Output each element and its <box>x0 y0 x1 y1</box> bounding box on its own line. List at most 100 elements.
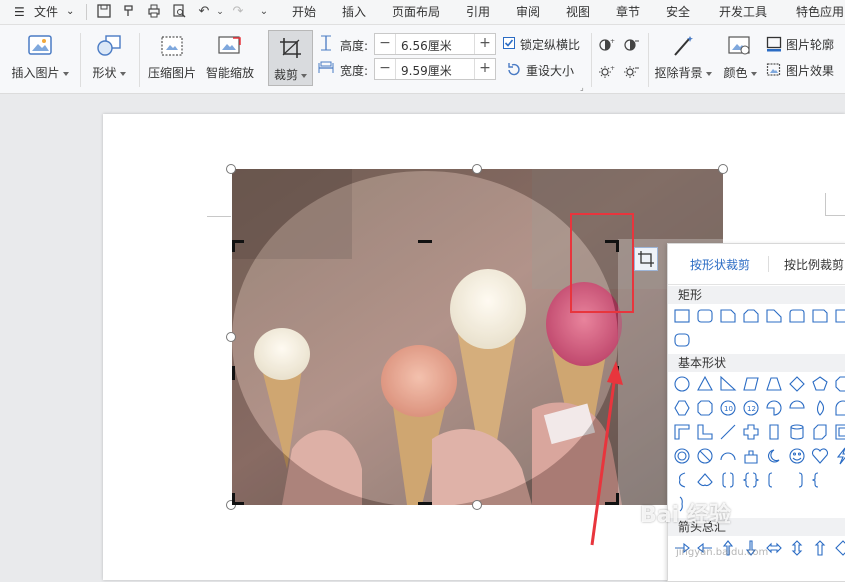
dialog-launcher-icon[interactable]: ⌟ <box>580 83 584 92</box>
save-icon[interactable] <box>96 4 112 20</box>
decrease-contrast-icon[interactable] <box>624 38 640 55</box>
selected-picture[interactable] <box>232 169 723 505</box>
tab-page-layout[interactable]: 页面布局 <box>392 4 440 20</box>
shape-option[interactable] <box>718 470 738 490</box>
shape-option[interactable] <box>810 306 830 326</box>
shape-option[interactable] <box>787 470 807 490</box>
hamburger-icon[interactable]: ☰ <box>14 4 25 20</box>
shape-option[interactable] <box>718 306 738 326</box>
shape-option[interactable] <box>741 306 761 326</box>
resize-handle[interactable] <box>718 164 728 174</box>
tab-view[interactable]: 视图 <box>566 4 590 20</box>
shape-option[interactable] <box>833 422 845 442</box>
shape-option[interactable] <box>787 374 807 394</box>
tab-security[interactable]: 安全 <box>666 4 690 20</box>
shape-option[interactable] <box>810 446 830 466</box>
print-icon[interactable] <box>146 4 162 20</box>
shape-option[interactable] <box>695 446 715 466</box>
tab-crop-by-shape[interactable]: 按形状裁剪 <box>690 256 750 273</box>
shape-option[interactable] <box>695 374 715 394</box>
shape-option[interactable]: 12 <box>741 398 761 418</box>
width-input[interactable]: 9.59厘米 <box>401 62 452 79</box>
resize-handle[interactable] <box>472 500 482 510</box>
tab-chapter[interactable]: 章节 <box>616 4 640 20</box>
shape-option[interactable] <box>672 470 692 490</box>
shape-option[interactable] <box>787 306 807 326</box>
compress-picture-button[interactable]: 压缩图片 <box>145 35 199 81</box>
crop-handle[interactable] <box>418 240 432 243</box>
crop-handle[interactable] <box>232 366 235 380</box>
insert-picture-button[interactable]: 插入图片 <box>8 35 72 81</box>
shape-option[interactable] <box>787 398 807 418</box>
crop-handle[interactable] <box>232 502 244 505</box>
shape-option[interactable] <box>672 422 692 442</box>
resize-handle[interactable] <box>226 332 236 342</box>
remove-background-button[interactable]: 抠除背景 <box>652 35 714 81</box>
shape-option[interactable] <box>672 398 692 418</box>
resize-handle[interactable] <box>226 164 236 174</box>
shape-option[interactable] <box>672 306 692 326</box>
shape-option[interactable] <box>695 306 715 326</box>
decrease-brightness-icon[interactable] <box>624 65 640 82</box>
increase-brightness-icon[interactable]: + <box>599 65 615 82</box>
shape-option[interactable] <box>741 446 761 466</box>
shape-option[interactable] <box>741 470 761 490</box>
increase-contrast-icon[interactable]: + <box>599 38 615 55</box>
shape-option[interactable] <box>672 330 692 350</box>
shape-option[interactable] <box>672 374 692 394</box>
width-stepper[interactable]: − 9.59厘米 + <box>374 58 496 80</box>
height-input[interactable]: 6.56厘米 <box>401 37 452 54</box>
shape-option[interactable] <box>764 422 784 442</box>
redo-icon[interactable]: ↷ <box>230 4 246 20</box>
shape-option[interactable] <box>810 422 830 442</box>
crop-button[interactable]: 裁剪 <box>268 30 313 86</box>
print-preview-icon[interactable] <box>171 4 187 20</box>
tab-references[interactable]: 引用 <box>466 4 490 20</box>
crop-handle[interactable] <box>418 502 432 505</box>
shape-option[interactable]: 10 <box>718 398 738 418</box>
shape-option[interactable] <box>833 538 845 558</box>
tab-developer[interactable]: 开发工具 <box>719 4 767 20</box>
shape-option[interactable] <box>833 374 845 394</box>
shape-option[interactable] <box>833 446 845 466</box>
tab-features[interactable]: 特色应用 <box>796 4 844 20</box>
reset-size-button[interactable]: 重设大小 <box>506 62 582 78</box>
width-increase-button[interactable]: + <box>474 59 495 79</box>
tab-crop-by-ratio[interactable]: 按比例裁剪 <box>784 256 844 273</box>
height-increase-button[interactable]: + <box>474 34 495 54</box>
shape-option[interactable] <box>810 398 830 418</box>
tab-insert[interactable]: 插入 <box>342 4 366 20</box>
shape-option[interactable] <box>718 446 738 466</box>
picture-effect-button[interactable]: 图片效果 <box>766 62 845 80</box>
picture-outline-button[interactable]: 图片轮廓 <box>766 36 845 54</box>
resize-handle[interactable] <box>472 164 482 174</box>
shape-option[interactable] <box>810 538 830 558</box>
chevron-down-icon[interactable]: ⌄ <box>66 4 74 20</box>
shape-option[interactable] <box>718 374 738 394</box>
width-decrease-button[interactable]: − <box>375 59 396 79</box>
customize-toolbar-icon[interactable]: ⌄ <box>256 4 272 20</box>
crop-options-toggle[interactable] <box>634 247 658 271</box>
shape-option[interactable] <box>787 446 807 466</box>
shape-option[interactable] <box>810 374 830 394</box>
format-painter-icon[interactable] <box>121 4 137 20</box>
lock-aspect-checkbox[interactable]: 锁定纵横比 <box>503 36 583 52</box>
shape-option[interactable] <box>764 374 784 394</box>
height-stepper[interactable]: − 6.56厘米 + <box>374 33 496 55</box>
shape-option[interactable] <box>764 306 784 326</box>
shape-option[interactable] <box>741 374 761 394</box>
shape-option[interactable] <box>787 422 807 442</box>
shape-button[interactable]: 形状 <box>86 35 132 81</box>
shape-option[interactable] <box>695 470 715 490</box>
undo-icon[interactable]: ↶ <box>196 4 212 20</box>
shape-option[interactable] <box>833 470 845 490</box>
shape-option[interactable] <box>741 422 761 442</box>
shape-option[interactable] <box>718 422 738 442</box>
shape-option[interactable] <box>787 538 807 558</box>
shape-option[interactable] <box>764 446 784 466</box>
smart-scale-button[interactable]: 智能缩放 <box>203 35 257 81</box>
tab-review[interactable]: 审阅 <box>516 4 540 20</box>
crop-handle[interactable] <box>232 240 235 252</box>
shape-option[interactable] <box>764 470 784 490</box>
height-decrease-button[interactable]: − <box>375 34 396 54</box>
